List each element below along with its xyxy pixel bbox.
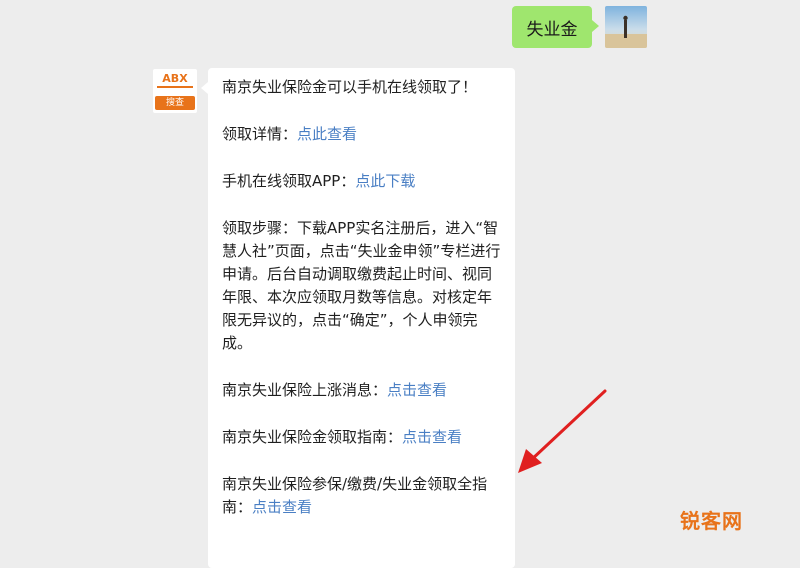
red-arrow-annotation — [518, 389, 607, 473]
message-paragraph-full-guide: 南京失业保险参保/缴费/失业金领取全指南：点击查看 — [222, 473, 503, 519]
app-label: 手机在线领取APP： — [222, 172, 356, 190]
guide-link[interactable]: 点击查看 — [402, 428, 462, 446]
message-paragraph-guide: 南京失业保险金领取指南：点击查看 — [222, 426, 503, 449]
message-paragraph-details: 领取详情：点此查看 — [222, 123, 503, 146]
message-paragraph-steps: 领取步骤：下载APP实名注册后，进入“智慧人社”页面，点击“失业金申领”专栏进行… — [222, 219, 501, 352]
message-paragraph-increase: 南京失业保险上涨消息：点击查看 — [222, 379, 503, 402]
increase-label: 南京失业保险上涨消息： — [222, 381, 388, 399]
outgoing-message-text: 失业金 — [526, 19, 578, 40]
avatar-logo-text: ABX — [162, 72, 188, 85]
incoming-message-bubble: 南京失业保险金可以手机在线领取了！ 领取详情：点此查看 手机在线领取APP：点此… — [201, 68, 515, 568]
increase-link[interactable]: 点击查看 — [387, 381, 447, 399]
details-link[interactable]: 点此查看 — [297, 125, 357, 143]
app-download-link[interactable]: 点此下载 — [355, 172, 415, 190]
user-avatar-image — [605, 6, 647, 48]
message-paragraph-title: 南京失业保险金可以手机在线领取了！ — [222, 78, 478, 96]
message-paragraph-app: 手机在线领取APP：点此下载 — [222, 170, 503, 193]
guide-label: 南京失业保险金领取指南： — [222, 428, 403, 446]
full-guide-link[interactable]: 点击查看 — [252, 498, 312, 516]
details-label: 领取详情： — [222, 125, 298, 143]
avatar-logo-badge: 搜查 — [155, 96, 195, 110]
user-avatar[interactable] — [605, 6, 647, 48]
avatar-logo-divider — [157, 86, 193, 88]
outgoing-message-bubble[interactable]: 失业金 — [512, 6, 599, 48]
watermark-logo: 锐客网 — [680, 509, 743, 533]
bot-avatar[interactable]: ABX 搜查 — [153, 69, 197, 113]
